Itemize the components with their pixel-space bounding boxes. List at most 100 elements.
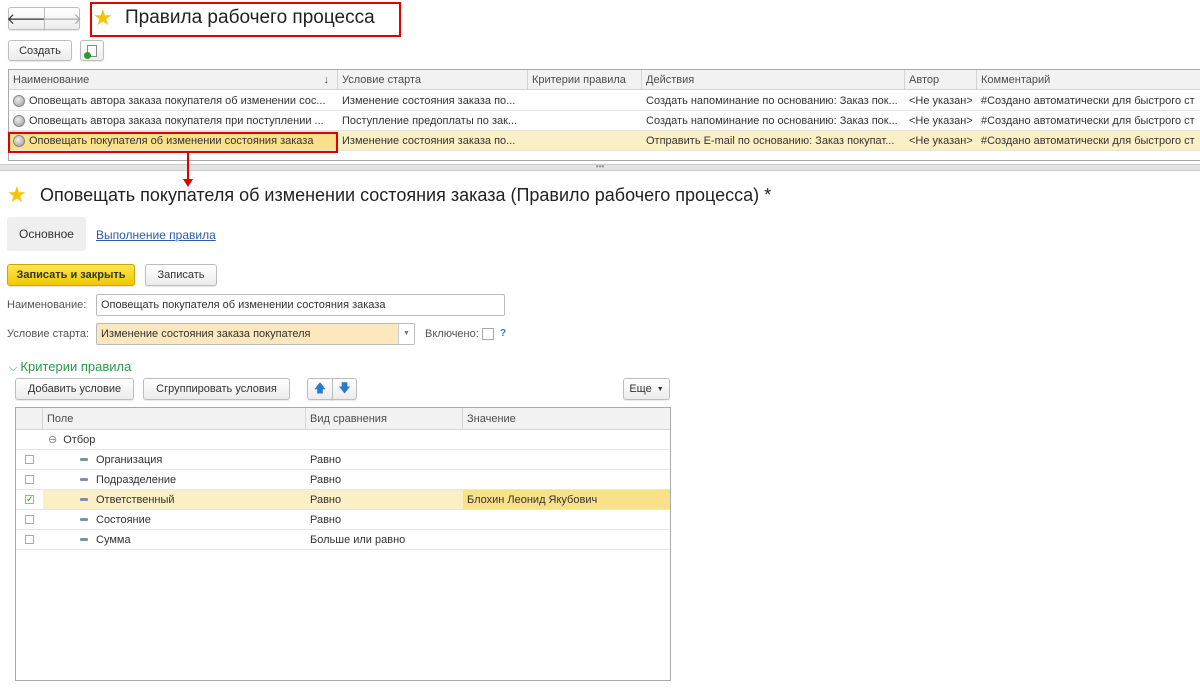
comparison: Больше или равно xyxy=(310,533,406,546)
forward-button[interactable]: 🡒 xyxy=(41,7,83,30)
rule-comment: #Создано автоматически для быстрого ст xyxy=(981,134,1195,147)
collapse-icon[interactable]: ⊖ xyxy=(48,433,57,446)
value xyxy=(463,530,670,549)
dropdown-arrow-icon: ▼ xyxy=(656,385,664,393)
section-title: Критерии правила xyxy=(20,359,132,374)
add-condition-button[interactable]: Добавить условие xyxy=(15,378,134,400)
row-checkbox[interactable] xyxy=(25,535,34,544)
arrow-right-icon: 🡒 xyxy=(41,11,83,28)
table-row[interactable]: Подразделение Равно xyxy=(16,470,670,490)
column-header-check xyxy=(16,408,43,429)
group-conditions-button[interactable]: Сгруппировать условия xyxy=(143,378,290,400)
rule-start: Поступление предоплаты по зак... xyxy=(342,114,518,127)
table-row-selected[interactable]: ✓ Ответственный Равно Блохин Леонид Якуб… xyxy=(16,490,670,510)
rule-actions: Создать напоминание по основанию: Заказ … xyxy=(646,114,898,127)
rule-author: <Не указан> xyxy=(909,114,973,127)
table-header: Поле Вид сравнения Значение xyxy=(16,408,670,430)
field-name: Организация xyxy=(96,453,163,466)
item-icon xyxy=(80,518,88,521)
form-title: Оповещать покупателя об изменении состоя… xyxy=(40,185,772,205)
value xyxy=(463,470,670,489)
rule-start: Изменение состояния заказа по... xyxy=(342,94,516,107)
name-label: Наименование: xyxy=(7,299,87,311)
item-icon xyxy=(80,478,88,481)
field-name: Подразделение xyxy=(96,473,177,486)
rule-criteria xyxy=(528,91,642,110)
favorite-star-icon[interactable]: ★ xyxy=(7,184,27,206)
help-link[interactable]: ? xyxy=(500,328,506,339)
rule-comment: #Создано автоматически для быстрого ст xyxy=(981,114,1195,127)
column-header-author[interactable]: Автор xyxy=(905,70,977,89)
column-header-value[interactable]: Значение xyxy=(463,408,670,429)
value xyxy=(463,510,670,529)
status-circle-icon xyxy=(13,114,25,127)
criteria-table: Поле Вид сравнения Значение ⊖ Отбор Орган… xyxy=(15,407,671,681)
save-button[interactable]: Записать xyxy=(145,264,217,286)
tab-rule-execution[interactable]: Выполнение правила xyxy=(96,228,216,242)
annotation-arrow xyxy=(187,153,189,181)
enabled-checkbox[interactable] xyxy=(482,328,494,340)
item-icon xyxy=(80,458,88,461)
value: Блохин Леонид Якубович xyxy=(463,490,670,509)
row-checkbox[interactable] xyxy=(25,475,34,484)
table-row[interactable]: Организация Равно xyxy=(16,450,670,470)
arrow-up-icon: 🡅 xyxy=(313,380,327,395)
status-circle-icon xyxy=(13,94,25,107)
dropdown-arrow-icon[interactable]: ▼ xyxy=(398,324,414,344)
field-name: Сумма xyxy=(96,533,131,546)
criteria-section-header[interactable]: ⌵ Критерии правила xyxy=(9,359,131,375)
rule-name: Оповещать автора заказа покупателя об из… xyxy=(29,94,326,107)
favorite-star-icon[interactable]: ★ xyxy=(93,7,113,29)
more-label: Еще xyxy=(629,383,652,395)
add-document-icon xyxy=(84,44,97,59)
column-header-start[interactable]: Условие старта xyxy=(338,70,528,89)
rule-name: Оповещать автора заказа покупателя при п… xyxy=(29,114,324,127)
comparison: Равно xyxy=(310,473,342,486)
table-row[interactable]: Оповещать автора заказа покупателя об из… xyxy=(9,91,1200,111)
row-checkbox-checked[interactable]: ✓ xyxy=(25,495,34,504)
name-input[interactable]: Оповещать покупателя об изменении состоя… xyxy=(96,294,505,316)
arrow-down-icon: 🡇 xyxy=(338,380,351,395)
chevron-down-icon: ⌵ xyxy=(9,362,21,374)
start-condition-label: Условие старта: xyxy=(7,328,90,340)
tab-main[interactable]: Основное xyxy=(7,217,86,251)
field-name: Ответственный xyxy=(96,493,175,506)
rule-criteria xyxy=(528,131,642,150)
arrow-left-icon: 🡐 xyxy=(6,11,47,28)
value xyxy=(463,450,670,469)
table-row[interactable]: Оповещать автора заказа покупателя при п… xyxy=(9,111,1200,131)
table-header: Наименование ↓ Условие старта Критерии пр… xyxy=(9,70,1200,90)
start-condition-select[interactable]: Изменение состояния заказа покупателя ▼ xyxy=(96,323,415,345)
move-up-button[interactable]: 🡅 xyxy=(307,378,333,400)
column-header-comparison[interactable]: Вид сравнения xyxy=(306,408,463,429)
panel-splitter[interactable]: ••• xyxy=(0,163,1200,171)
comparison: Равно xyxy=(310,513,342,526)
table-row[interactable]: Состояние Равно xyxy=(16,510,670,530)
group-row[interactable]: ⊖ Отбор xyxy=(16,430,670,450)
column-header-actions[interactable]: Действия xyxy=(642,70,905,89)
column-header-field[interactable]: Поле xyxy=(43,408,306,429)
more-button[interactable]: Еще ▼ xyxy=(623,378,670,400)
row-checkbox[interactable] xyxy=(25,455,34,464)
page-title: Правила рабочего процесса xyxy=(125,7,375,28)
rule-author: <Не указан> xyxy=(909,94,973,107)
comparison: Равно xyxy=(306,490,463,509)
row-checkbox[interactable] xyxy=(25,515,34,524)
rule-comment: #Создано автоматически для быстрого ст xyxy=(981,94,1195,107)
rule-actions: Создать напоминание по основанию: Заказ … xyxy=(646,94,898,107)
rule-criteria xyxy=(528,111,642,130)
create-copy-button[interactable] xyxy=(80,40,104,61)
comparison: Равно xyxy=(310,453,342,466)
column-header-criteria[interactable]: Критерии правила xyxy=(528,70,642,89)
back-button[interactable]: 🡐 xyxy=(6,7,47,30)
move-down-button[interactable]: 🡇 xyxy=(332,378,357,400)
table-row[interactable]: Сумма Больше или равно xyxy=(16,530,670,550)
column-header-comment[interactable]: Комментарий xyxy=(977,70,1200,89)
item-icon xyxy=(80,498,88,501)
save-and-close-button[interactable]: Записать и закрыть xyxy=(7,264,135,286)
item-icon xyxy=(80,538,88,541)
column-header-name[interactable]: Наименование ↓ xyxy=(9,70,338,89)
group-label: Отбор xyxy=(63,433,96,446)
create-button[interactable]: Создать xyxy=(8,40,72,61)
rule-author: <Не указан> xyxy=(909,134,973,147)
